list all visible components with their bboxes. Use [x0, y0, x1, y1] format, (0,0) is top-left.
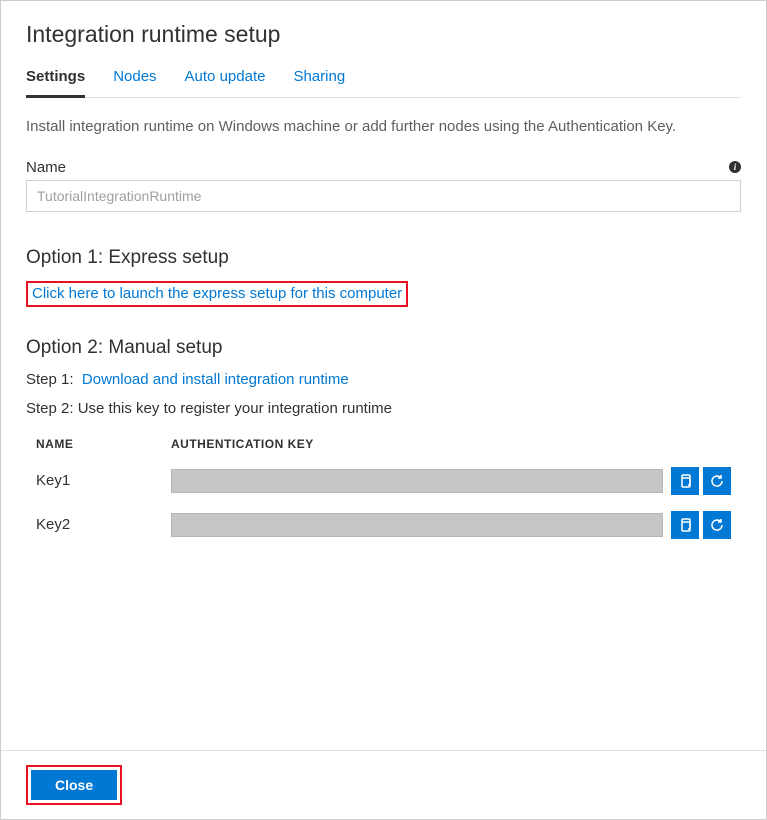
tab-settings[interactable]: Settings: [26, 68, 85, 98]
close-button[interactable]: Close: [31, 770, 117, 800]
key-row: Key2: [26, 503, 741, 547]
copy-icon: [677, 517, 693, 533]
keys-header-name: NAME: [36, 437, 171, 451]
info-icon[interactable]: i: [729, 161, 741, 173]
key-name: Key1: [36, 472, 171, 489]
option2-heading: Option 2: Manual setup: [26, 337, 741, 359]
name-label-row: Name i: [26, 159, 741, 176]
footer: Close: [1, 750, 766, 819]
tab-auto-update[interactable]: Auto update: [185, 68, 266, 98]
key-actions: [671, 511, 731, 539]
express-setup-link[interactable]: Click here to launch the express setup f…: [32, 285, 402, 302]
key-value-masked[interactable]: [171, 469, 663, 493]
keys-header-auth: AUTHENTICATION KEY: [171, 437, 314, 451]
regenerate-key-button[interactable]: [703, 467, 731, 495]
key-actions: [671, 467, 731, 495]
tab-bar: Settings Nodes Auto update Sharing: [26, 68, 741, 98]
tab-sharing[interactable]: Sharing: [293, 68, 345, 98]
name-label: Name: [26, 159, 66, 176]
copy-icon: [677, 473, 693, 489]
key-row: Key1: [26, 459, 741, 503]
refresh-icon: [709, 473, 725, 489]
copy-key-button[interactable]: [671, 511, 699, 539]
name-input[interactable]: [26, 180, 741, 212]
step2-line: Step 2: Use this key to register your in…: [26, 400, 741, 417]
option1-heading: Option 1: Express setup: [26, 247, 741, 269]
step1-line: Step 1: Download and install integration…: [26, 371, 741, 388]
keys-table: NAME AUTHENTICATION KEY Key1 Key2: [26, 429, 741, 547]
download-install-link[interactable]: Download and install integration runtime: [82, 371, 349, 388]
key-value-masked[interactable]: [171, 513, 663, 537]
step1-label: Step 1:: [26, 371, 74, 388]
copy-key-button[interactable]: [671, 467, 699, 495]
tab-nodes[interactable]: Nodes: [113, 68, 156, 98]
express-setup-highlight: Click here to launch the express setup f…: [26, 281, 408, 307]
key-name: Key2: [36, 516, 171, 533]
keys-header: NAME AUTHENTICATION KEY: [26, 429, 741, 459]
regenerate-key-button[interactable]: [703, 511, 731, 539]
close-highlight: Close: [26, 765, 122, 805]
page-title: Integration runtime setup: [26, 21, 741, 48]
description-text: Install integration runtime on Windows m…: [26, 116, 741, 139]
refresh-icon: [709, 517, 725, 533]
